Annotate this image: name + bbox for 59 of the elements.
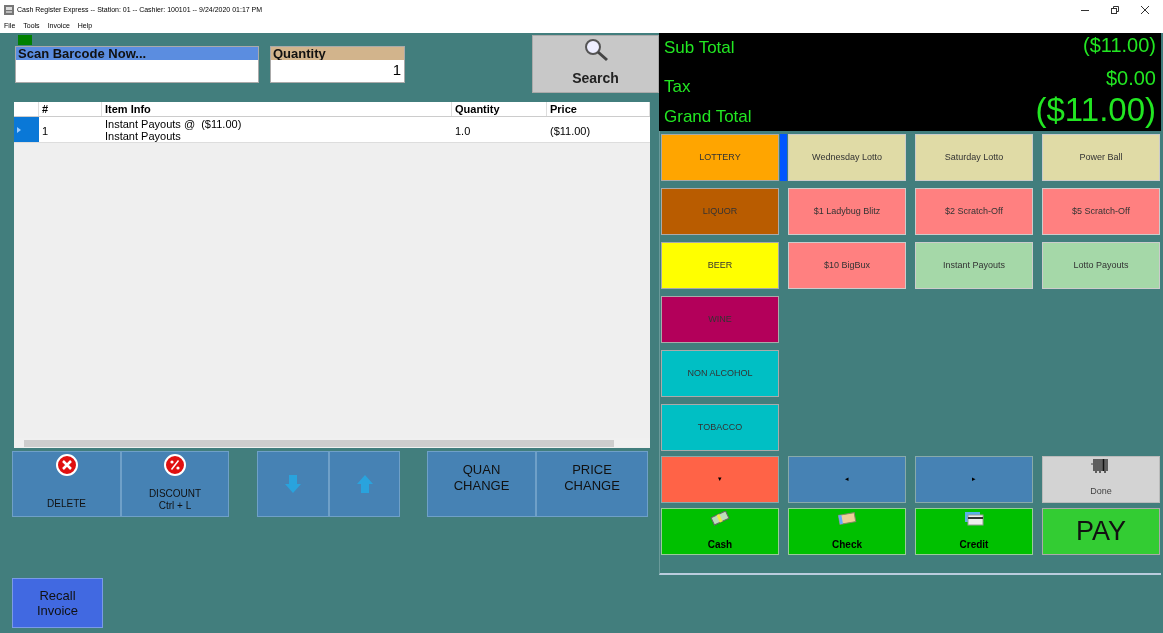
category-button[interactable]: TOBACCO bbox=[661, 404, 779, 451]
total-value: ($11.00) bbox=[1035, 93, 1156, 126]
row-selector[interactable] bbox=[14, 117, 39, 142]
discount-button[interactable]: DISCOUNT Ctrl + L bbox=[121, 451, 229, 517]
scan-barcode-field[interactable]: Scan Barcode Now... bbox=[15, 46, 259, 83]
table-cell-text: ($11.00) bbox=[549, 124, 592, 139]
quantity-field[interactable]: Quantity 1 bbox=[270, 46, 405, 83]
total-label: Sub Total bbox=[664, 37, 735, 59]
credit-button[interactable]: Credit bbox=[915, 508, 1033, 555]
column-header[interactable]: Quantity bbox=[452, 102, 547, 116]
delete-button[interactable]: DELETE bbox=[12, 451, 121, 517]
column-header[interactable]: Price bbox=[547, 102, 650, 116]
change-button[interactable]: QUAN CHANGE bbox=[427, 451, 536, 517]
product-button[interactable]: Wednesday Lotto bbox=[788, 134, 906, 181]
category-button[interactable]: BEER bbox=[661, 242, 779, 289]
total-value: $0.00 bbox=[1105, 68, 1156, 88]
percent-icon bbox=[164, 454, 186, 476]
scrollbar-thumb[interactable] bbox=[24, 439, 614, 447]
product-button[interactable]: Instant Payouts bbox=[915, 242, 1033, 289]
recall-invoice-button[interactable]: Recall Invoice bbox=[12, 578, 103, 628]
column-header[interactable]: # bbox=[39, 102, 102, 116]
delete-icon bbox=[55, 454, 78, 476]
close-icon bbox=[1141, 6, 1149, 14]
app-icon bbox=[4, 5, 14, 15]
product-button[interactable]: $10 BigBux bbox=[788, 242, 906, 289]
product-button[interactable]: Lotto Payouts bbox=[1042, 242, 1160, 289]
up-arrow-icon bbox=[356, 475, 373, 493]
table-cell-text: Instant Payouts bbox=[105, 130, 182, 142]
search-button[interactable]: Search bbox=[532, 35, 659, 93]
check-icon bbox=[837, 511, 857, 527]
table-cell-text: 1.0 bbox=[454, 124, 472, 139]
credit-card-icon bbox=[964, 511, 984, 527]
move-down-button[interactable] bbox=[257, 451, 329, 517]
column-header[interactable]: Item Info bbox=[102, 102, 452, 116]
total-label: Grand Total bbox=[664, 106, 752, 128]
status-indicator bbox=[18, 35, 32, 45]
done-button[interactable]: Done bbox=[1042, 456, 1160, 503]
restore-icon bbox=[1111, 6, 1119, 14]
table-cell-text: 1 bbox=[41, 124, 50, 139]
check-button[interactable]: Check bbox=[788, 508, 906, 555]
product-button[interactable]: $5 Scratch-Off bbox=[1042, 188, 1160, 235]
product-button[interactable]: Saturday Lotto bbox=[915, 134, 1033, 181]
cash-button[interactable]: Cash bbox=[661, 508, 779, 555]
change-button[interactable]: PRICE CHANGE bbox=[536, 451, 648, 517]
product-button[interactable]: $1 Ladybug Blitz bbox=[788, 188, 906, 235]
move-up-button[interactable] bbox=[329, 451, 400, 517]
search-icon bbox=[582, 38, 609, 62]
category-button[interactable]: NON ALCOHOL bbox=[661, 350, 779, 397]
total-label: Tax bbox=[664, 76, 691, 98]
table-cell-text: Instant Payouts @ ($11.00) bbox=[105, 118, 243, 130]
cash-icon bbox=[710, 511, 730, 527]
barcode-icon bbox=[1091, 458, 1111, 474]
total-value: ($11.00) bbox=[1083, 35, 1156, 55]
category-button[interactable]: LOTTERY bbox=[661, 134, 779, 181]
product-button[interactable]: $2 Scratch-Off bbox=[915, 188, 1033, 235]
row-pointer-icon bbox=[17, 126, 21, 133]
product-button[interactable]: Power Ball bbox=[1042, 134, 1160, 181]
pay-button[interactable]: PAY bbox=[1042, 508, 1160, 555]
down-arrow-icon bbox=[285, 475, 301, 493]
